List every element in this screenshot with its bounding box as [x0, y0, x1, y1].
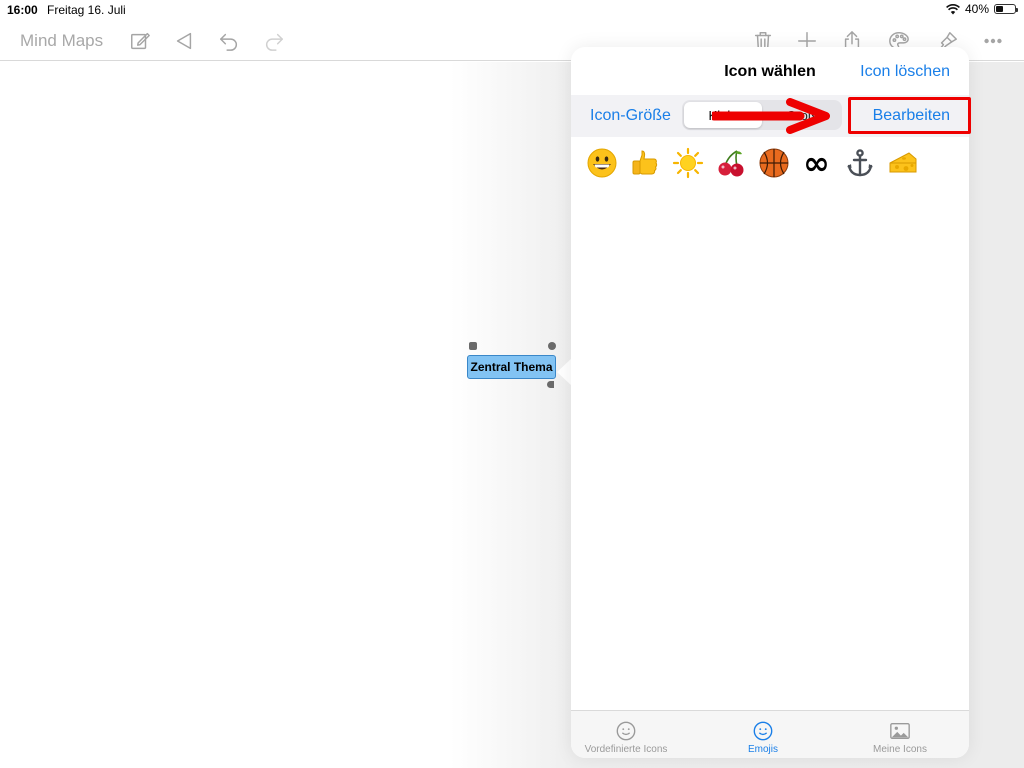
emoji-cherries[interactable]	[709, 145, 752, 181]
emoji-anchor[interactable]	[838, 145, 881, 181]
popover-arrow	[557, 358, 572, 386]
emoji-infinity[interactable]: ∞	[795, 145, 838, 181]
emoji-basketball[interactable]	[752, 145, 795, 181]
tab-emojis[interactable]: Emojis	[693, 720, 833, 755]
status-time: 16:00	[7, 3, 38, 17]
icon-picker-popover: Icon wählen Icon löschen Icon-Größe Klei…	[571, 47, 969, 758]
annotation-highlight-box	[848, 97, 971, 134]
tab-label: Vordefinierte Icons	[584, 744, 668, 755]
info-handle-icon[interactable]	[548, 342, 556, 350]
central-topic-node[interactable]: Zentral Thema	[467, 355, 556, 379]
tab-label: Meine Icons	[873, 744, 927, 755]
battery-fill	[996, 6, 1004, 12]
icon-size-label: Icon-Größe	[590, 107, 671, 124]
annotation-arrow-icon	[712, 98, 830, 134]
emoji-grinning-face[interactable]	[580, 145, 623, 181]
battery-percent: 40%	[964, 2, 989, 16]
undo-icon[interactable]	[216, 28, 242, 54]
smiley-outline-icon	[616, 721, 636, 741]
popover-header: Icon wählen Icon löschen	[571, 47, 969, 95]
more-icon[interactable]	[980, 28, 1006, 54]
popover-tab-bar: Vordefinierte Icons Emojis Meine Icons	[571, 710, 969, 758]
emoji-grid: ∞	[580, 145, 924, 181]
wifi-icon	[946, 3, 960, 14]
redo-icon[interactable]	[261, 28, 287, 54]
status-date: Freitag 16. Juli	[47, 3, 126, 17]
back-triangle-icon[interactable]	[171, 28, 197, 54]
compose-icon[interactable]	[127, 28, 153, 54]
app-title[interactable]: Mind Maps	[20, 31, 103, 51]
tab-predefined-icons[interactable]: Vordefinierte Icons	[571, 720, 696, 755]
status-bar: 16:00 Freitag 16. Juli 40%	[0, 0, 1024, 20]
central-topic-label: Zentral Thema	[470, 360, 553, 374]
status-right: 40%	[946, 2, 1018, 16]
collapse-handle-icon[interactable]	[469, 342, 477, 350]
tab-my-icons[interactable]: Meine Icons	[830, 720, 969, 755]
tab-label: Emojis	[747, 744, 778, 755]
photo-icon	[890, 722, 910, 740]
emoji-thumbs-up[interactable]	[623, 145, 666, 181]
add-child-handle-icon[interactable]	[547, 381, 554, 388]
smiley-icon	[753, 721, 773, 741]
clear-icon-button[interactable]: Icon löschen	[860, 63, 950, 81]
battery-icon	[994, 4, 1018, 14]
emoji-cheese[interactable]	[881, 145, 924, 181]
emoji-sun[interactable]	[666, 145, 709, 181]
